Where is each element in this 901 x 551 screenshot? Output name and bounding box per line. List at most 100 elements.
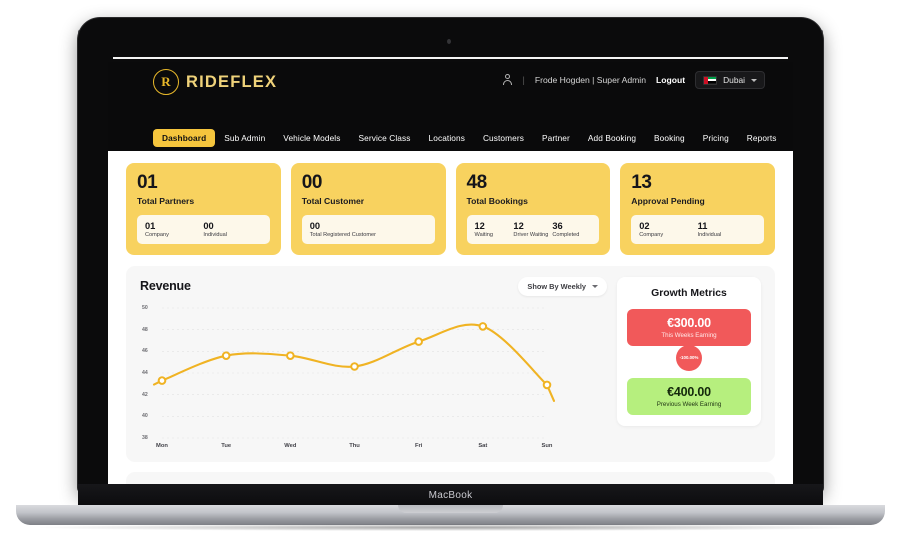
stat-breakdown-caption: Individual bbox=[203, 231, 228, 238]
chart-y-tick: 38 bbox=[142, 434, 148, 441]
uae-flag-icon bbox=[703, 75, 718, 85]
stat-breakdown-item: 00 Total Registered Customer bbox=[310, 221, 427, 238]
chevron-down-icon bbox=[592, 284, 598, 288]
chart-data-point[interactable] bbox=[157, 376, 167, 385]
chart-x-tick: Fri bbox=[414, 442, 423, 449]
stat-breakdown-caption: Total Registered Customer bbox=[309, 231, 376, 238]
header-separator: | bbox=[522, 75, 525, 85]
stat-value: 00 bbox=[301, 172, 323, 193]
stat-card: 01 Total Partners 01 Company 00 Individual bbox=[126, 163, 281, 255]
stat-breakdown-item: 00 Individual bbox=[203, 221, 261, 238]
brand-mark-icon: R bbox=[153, 69, 179, 95]
nav-item-dashboard[interactable]: Dashboard bbox=[153, 129, 216, 147]
stat-breakdown-caption: Company bbox=[145, 231, 169, 238]
nav-item-vehicle-models[interactable]: Vehicle Models bbox=[274, 129, 349, 147]
nav-item-locations[interactable]: Locations bbox=[420, 129, 474, 147]
stat-breakdown-item: 01 Company bbox=[145, 221, 203, 238]
current-week-amount: €300.00 bbox=[667, 315, 711, 330]
chart-data-point[interactable] bbox=[478, 322, 488, 331]
stat-card: 00 Total Customer 00 Total Registered Custo… bbox=[290, 163, 446, 255]
app-header: R RIDEFLEX | Frode Hogden | Super Admin … bbox=[108, 62, 793, 125]
stat-breakdown: 01 Company 00 Individual bbox=[137, 214, 270, 244]
stat-value: 13 bbox=[631, 172, 652, 193]
laptop-base-shadow bbox=[40, 524, 861, 531]
chart-data-point[interactable] bbox=[350, 362, 359, 371]
growth-badge-wrap: -100.00% bbox=[627, 339, 751, 372]
webcam-icon bbox=[447, 39, 451, 44]
stat-breakdown-value: 36 bbox=[552, 220, 563, 231]
revenue-panel: Revenue Show By Weekly 50 48 46 44 42 40 38 Mon… bbox=[126, 265, 775, 462]
chart-y-tick: 40 bbox=[142, 413, 148, 420]
brand-mark-letter: R bbox=[161, 74, 171, 89]
stat-breakdown-value: 00 bbox=[309, 220, 321, 231]
nav-item-pricing[interactable]: Pricing bbox=[694, 129, 738, 147]
stat-label: Total Bookings bbox=[466, 195, 528, 206]
logout-button[interactable]: Logout bbox=[656, 75, 685, 85]
chart-x-tick: Mon bbox=[156, 442, 168, 449]
revenue-range-select[interactable]: Show By Weekly bbox=[518, 276, 607, 296]
user-icon bbox=[502, 74, 513, 86]
brand-logo[interactable]: R RIDEFLEX bbox=[153, 69, 277, 95]
chart-x-tick: Sun bbox=[541, 442, 553, 449]
stat-breakdown-item: 02 Company bbox=[639, 221, 697, 238]
stat-breakdown: 02 Company 11 Individual bbox=[631, 214, 764, 244]
chart-y-tick: 42 bbox=[142, 391, 148, 398]
stat-label: Total Customer bbox=[301, 195, 365, 206]
nav-item-reports[interactable]: Reports bbox=[738, 129, 786, 147]
stat-breakdown-item: 12 Driver Waiting bbox=[513, 221, 552, 238]
chart-y-tick: 48 bbox=[142, 326, 148, 333]
stat-value: 48 bbox=[466, 172, 488, 193]
region-select[interactable]: Dubai bbox=[695, 71, 765, 89]
dashboard-body: 01 Total Partners 01 Company 00 Individual 00 T… bbox=[108, 151, 793, 484]
header-right-group: | Frode Hogden | Super Admin Logout Duba… bbox=[502, 71, 765, 89]
stat-breakdown-value: 01 bbox=[145, 220, 156, 231]
chart-data-point[interactable] bbox=[221, 351, 231, 360]
stat-card: 48 Total Bookings 12 Waiting 12 Driver Waitin… bbox=[455, 163, 611, 255]
chart-x-tick: Tue bbox=[221, 442, 232, 449]
revenue-chart-section: Revenue Show By Weekly 50 48 46 44 42 40 38 Mon… bbox=[140, 276, 607, 454]
screen-viewport: R RIDEFLEX | Frode Hogden | Super Admin … bbox=[108, 62, 793, 484]
laptop-mockup: R RIDEFLEX | Frode Hogden | Super Admin … bbox=[0, 0, 901, 551]
stat-breakdown-value: 00 bbox=[203, 220, 214, 231]
revenue-title: Revenue bbox=[140, 279, 191, 294]
region-label: Dubai bbox=[723, 75, 745, 85]
chart-data-point[interactable] bbox=[414, 337, 423, 346]
chart-canvas bbox=[152, 307, 555, 439]
stat-label: Approval Pending bbox=[631, 195, 705, 206]
chart-x-tick: Sat bbox=[478, 442, 488, 449]
stat-breakdown: 00 Total Registered Customer bbox=[301, 214, 435, 244]
chart-data-point[interactable] bbox=[542, 380, 552, 390]
previous-week-earning-card: €400.00 Previous Week Earning bbox=[627, 377, 751, 415]
stat-breakdown-caption: Driver Waiting bbox=[513, 231, 549, 238]
stat-breakdown-item: 36 Completed bbox=[552, 221, 591, 238]
bookings-panel: Bookings One Way TripHourlyShow By Weekl… bbox=[126, 471, 775, 484]
nav-item-add-booking[interactable]: Add Booking bbox=[579, 129, 645, 147]
stat-value: 01 bbox=[137, 172, 158, 193]
laptop-base-notch bbox=[398, 505, 503, 513]
chart-y-tick: 50 bbox=[142, 304, 148, 311]
nav-item-partner[interactable]: Partner bbox=[533, 129, 579, 147]
stat-breakdown-item: 11 Individual bbox=[698, 221, 756, 238]
laptop-bottom-bezel: MacBook bbox=[78, 484, 823, 506]
revenue-line-chart: 50 48 46 44 42 40 38 Mon Tue Wed Thu Fri Sat Sun bbox=[140, 302, 607, 454]
macbook-wordmark: MacBook bbox=[428, 489, 473, 501]
stat-breakdown-caption: Individual bbox=[697, 231, 722, 238]
stat-breakdown-value: 12 bbox=[513, 220, 524, 231]
bezel-divider bbox=[113, 57, 788, 59]
stat-label: Total Partners bbox=[137, 195, 195, 206]
chart-x-tick: Wed bbox=[284, 442, 297, 449]
stat-breakdown: 12 Waiting 12 Driver Waiting 36 Completed bbox=[466, 214, 600, 244]
nav-item-sub-admin[interactable]: Sub Admin bbox=[215, 129, 274, 147]
growth-percentage-value: -100.00% bbox=[679, 355, 699, 361]
chart-data-point[interactable] bbox=[286, 351, 295, 360]
chevron-down-icon bbox=[751, 78, 757, 82]
nav-item-customers[interactable]: Customers bbox=[474, 129, 533, 147]
previous-week-caption: Previous Week Earning bbox=[656, 400, 722, 408]
nav-item-service-class[interactable]: Service Class bbox=[350, 129, 420, 147]
stat-cards-row: 01 Total Partners 01 Company 00 Individual 00 T… bbox=[126, 163, 775, 255]
revenue-header: Revenue Show By Weekly bbox=[140, 276, 607, 296]
chart-line-series bbox=[160, 323, 549, 386]
stat-card: 13 Approval Pending 02 Company 11 Individual bbox=[620, 163, 775, 255]
revenue-range-label: Show By Weekly bbox=[527, 281, 586, 291]
nav-item-booking[interactable]: Booking bbox=[645, 129, 694, 147]
